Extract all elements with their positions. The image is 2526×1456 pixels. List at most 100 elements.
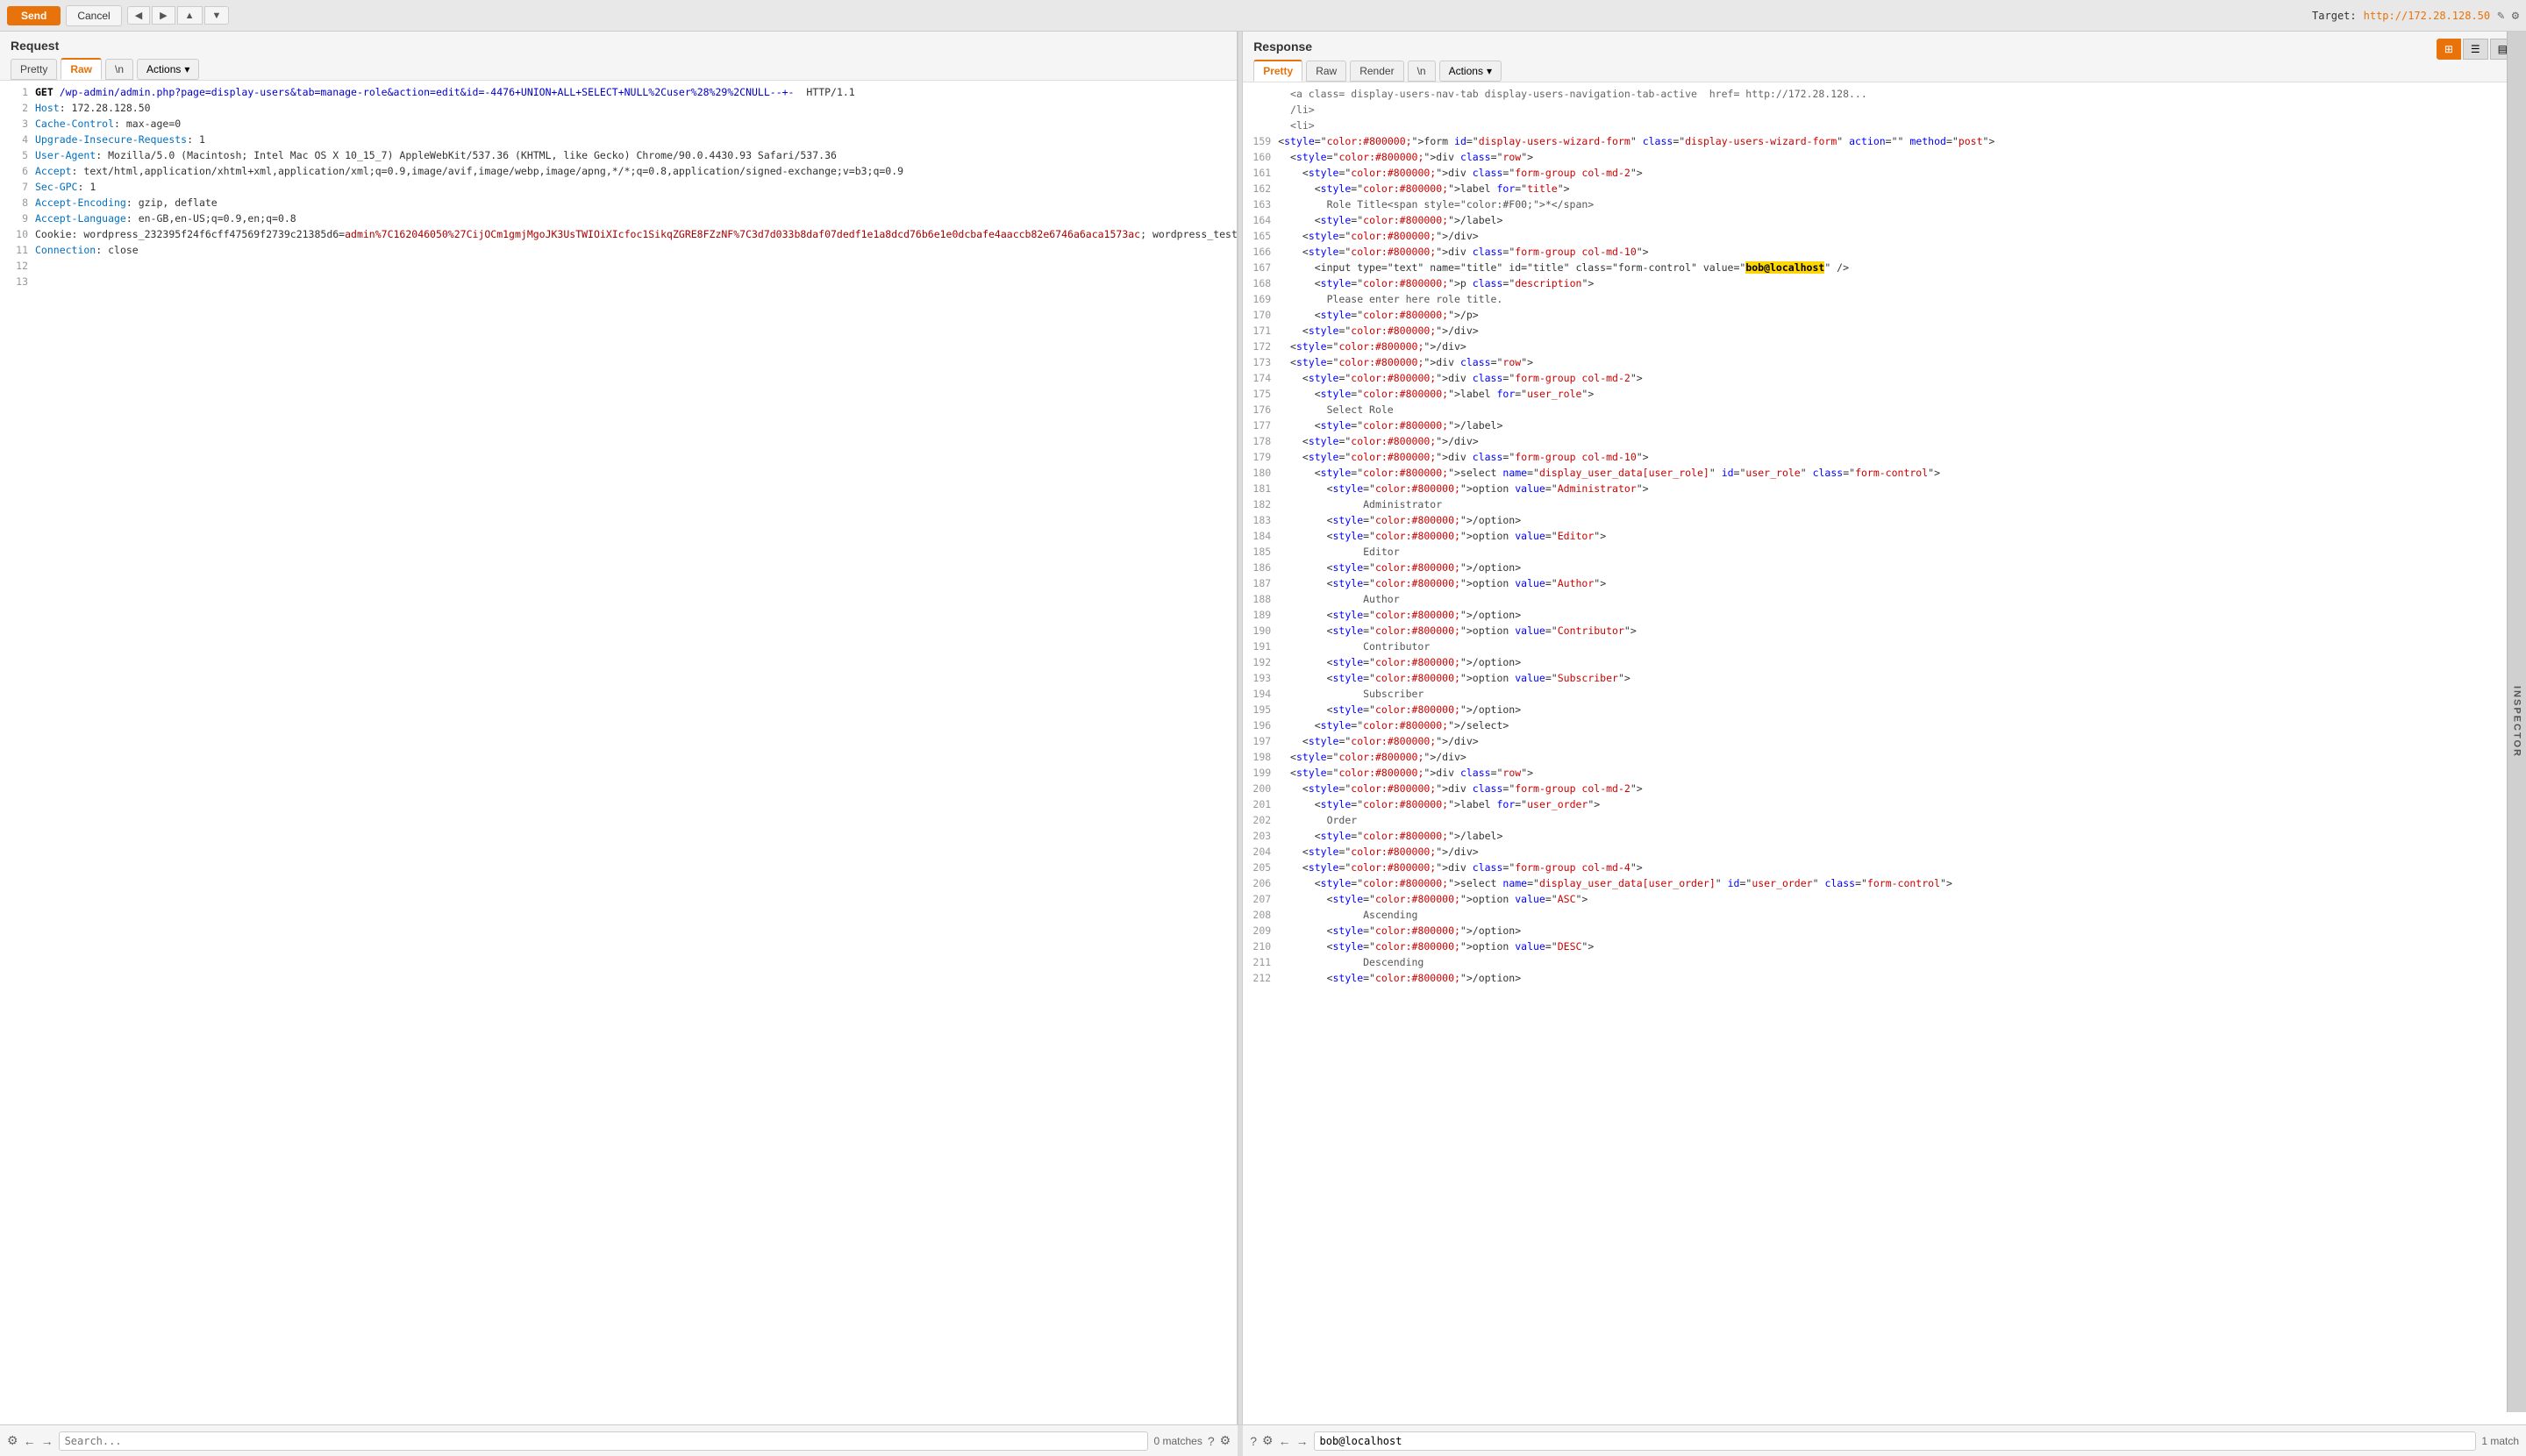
table-row: 185 Editor	[1243, 544, 2526, 560]
actions-button-response[interactable]: Actions ▾	[1439, 61, 1502, 82]
top-toolbar: Send Cancel ◀ ▶ ▲ ▼ Target: http://172.2…	[0, 0, 2526, 32]
tab-response-pretty[interactable]: Pretty	[1253, 60, 1302, 82]
request-code-area[interactable]: 1GET /wp-admin/admin.php?page=display-us…	[0, 81, 1237, 1424]
table-row: 164 <style="color:#800000;">/label>	[1243, 212, 2526, 228]
tab-response-newline[interactable]: \n	[1408, 61, 1436, 82]
table-row: 179 <style="color:#800000;">div class="f…	[1243, 449, 2526, 465]
request-search-settings-icon2[interactable]: ⚙	[1220, 1433, 1231, 1448]
edit-icon[interactable]: ✎	[2497, 9, 2504, 23]
table-row: <li>	[1243, 118, 2526, 133]
table-row: 194 Subscriber	[1243, 686, 2526, 702]
table-row: 167 <input type="text" name="title" id="…	[1243, 260, 2526, 275]
nav-arrows: ◀ ▶ ▲ ▼	[127, 6, 230, 25]
cancel-button[interactable]: Cancel	[66, 5, 121, 26]
request-search-settings-icon[interactable]: ⚙	[7, 1433, 18, 1448]
table-row: 163 Role Title<span style="color:#F00;">…	[1243, 196, 2526, 212]
table-row: 169 Please enter here role title.	[1243, 291, 2526, 307]
settings-icon[interactable]: ⚙	[2512, 9, 2519, 23]
nav-back-button[interactable]: ◀	[127, 6, 150, 25]
request-panel-header: Request Pretty Raw \n Actions ▾	[0, 32, 1237, 81]
view-toggle: ⊞ ☰ ▤	[2437, 39, 2515, 60]
nav-up-button[interactable]: ▲	[177, 6, 203, 25]
target-info: Target: http://172.28.128.50 ✎ ⚙	[2312, 9, 2519, 23]
nav-fwd-button[interactable]: ▶	[152, 6, 175, 25]
request-panel-tabs: Pretty Raw \n Actions ▾	[11, 58, 1226, 80]
table-row: 173 <style="color:#800000;">div class="r…	[1243, 354, 2526, 370]
table-row: <a class= display-users-nav-tab display-…	[1243, 86, 2526, 102]
table-row: 197 <style="color:#800000;">/div>	[1243, 733, 2526, 749]
tab-response-render[interactable]: Render	[1350, 61, 1403, 82]
table-row: 159<style="color:#800000;">form id="disp…	[1243, 133, 2526, 149]
response-search-prev-btn[interactable]: ←	[1279, 1434, 1291, 1448]
response-code-area[interactable]: <a class= display-users-nav-tab display-…	[1243, 82, 2526, 1424]
table-row: 5User-Agent: Mozilla/5.0 (Macintosh; Int…	[0, 147, 1237, 163]
tab-request-pretty[interactable]: Pretty	[11, 59, 57, 80]
table-row: /li>	[1243, 102, 2526, 118]
response-panel-header: Response ⊞ ☰ ▤ Pretty Raw Render \n Acti…	[1243, 32, 2526, 82]
request-panel-title: Request	[11, 39, 1226, 53]
response-search-help-icon[interactable]: ?	[1250, 1434, 1257, 1448]
view-btn-list[interactable]: ☰	[2463, 39, 2488, 60]
table-row: 2Host: 172.28.128.50	[0, 100, 1237, 116]
table-row: 160 <style="color:#800000;">div class="r…	[1243, 149, 2526, 165]
nav-down-button[interactable]: ▼	[204, 6, 230, 25]
request-search-help-icon[interactable]: ?	[1208, 1434, 1215, 1448]
table-row: 188 Author	[1243, 591, 2526, 607]
table-row: 161 <style="color:#800000;">div class="f…	[1243, 165, 2526, 181]
inspector-tab[interactable]: INSPECTOR	[2507, 32, 2526, 1412]
table-row: 200 <style="color:#800000;">div class="f…	[1243, 781, 2526, 796]
table-row: 171 <style="color:#800000;">/div>	[1243, 323, 2526, 339]
response-panel: Response ⊞ ☰ ▤ Pretty Raw Render \n Acti…	[1243, 32, 2526, 1424]
table-row: 182 Administrator	[1243, 496, 2526, 512]
main-content: Request Pretty Raw \n Actions ▾ 1GET /wp…	[0, 32, 2526, 1424]
table-row: 178 <style="color:#800000;">/div>	[1243, 433, 2526, 449]
request-search-input[interactable]	[59, 1431, 1149, 1451]
table-row: 190 <style="color:#800000;">option value…	[1243, 623, 2526, 639]
table-row: 206 <style="color:#800000;">select name=…	[1243, 875, 2526, 891]
table-row: 165 <style="color:#800000;">/div>	[1243, 228, 2526, 244]
table-row: 181 <style="color:#800000;">option value…	[1243, 481, 2526, 496]
table-row: 168 <style="color:#800000;">p class="des…	[1243, 275, 2526, 291]
response-panel-title: Response	[1253, 39, 1312, 54]
response-search-input[interactable]	[1314, 1431, 2477, 1451]
table-row: 184 <style="color:#800000;">option value…	[1243, 528, 2526, 544]
table-row: 11Connection: close	[0, 242, 1237, 258]
response-search-count: 1 match	[2481, 1435, 2519, 1447]
table-row: 205 <style="color:#800000;">div class="f…	[1243, 860, 2526, 875]
send-button[interactable]: Send	[7, 6, 61, 25]
table-row: 203 <style="color:#800000;">/label>	[1243, 828, 2526, 844]
actions-label-request: Actions	[146, 63, 181, 75]
table-row: 162 <style="color:#800000;">label for="t…	[1243, 181, 2526, 196]
table-row: 9Accept-Language: en-GB,en-US;q=0.9,en;q…	[0, 211, 1237, 226]
table-row: 210 <style="color:#800000;">option value…	[1243, 939, 2526, 954]
table-row: 208 Ascending	[1243, 907, 2526, 923]
table-row: 12	[0, 258, 1237, 274]
table-row: 211 Descending	[1243, 954, 2526, 970]
table-row: 196 <style="color:#800000;">/select>	[1243, 717, 2526, 733]
actions-button-request[interactable]: Actions ▾	[137, 59, 199, 80]
table-row: 10Cookie: wordpress_232395f24f6cff47569f…	[0, 226, 1237, 242]
table-row: 198 <style="color:#800000;">/div>	[1243, 749, 2526, 765]
response-search-next-btn[interactable]: →	[1296, 1434, 1309, 1448]
table-row: 13	[0, 274, 1237, 289]
response-search-settings-icon[interactable]: ⚙	[1262, 1433, 1274, 1448]
request-panel: Request Pretty Raw \n Actions ▾ 1GET /wp…	[0, 32, 1238, 1424]
view-btn-grid[interactable]: ⊞	[2437, 39, 2461, 60]
actions-chevron-request: ▾	[184, 63, 189, 75]
request-search-prev-btn[interactable]: ←	[24, 1434, 36, 1448]
response-search-bar: ? ⚙ ← → 1 match	[1243, 1424, 2526, 1456]
table-row: 170 <style="color:#800000;">/p>	[1243, 307, 2526, 323]
table-row: 201 <style="color:#800000;">label for="u…	[1243, 796, 2526, 812]
table-row: 209 <style="color:#800000;">/option>	[1243, 923, 2526, 939]
table-row: 174 <style="color:#800000;">div class="f…	[1243, 370, 2526, 386]
bottom-bars: ⚙ ← → 0 matches ? ⚙ ? ⚙ ← → 1 match	[0, 1424, 2526, 1456]
tab-request-newline[interactable]: \n	[105, 59, 133, 80]
request-search-next-btn[interactable]: →	[41, 1434, 54, 1448]
table-row: 195 <style="color:#800000;">/option>	[1243, 702, 2526, 717]
tab-response-raw[interactable]: Raw	[1306, 61, 1346, 82]
tab-request-raw[interactable]: Raw	[61, 58, 102, 80]
table-row: 7Sec-GPC: 1	[0, 179, 1237, 195]
table-row: 199 <style="color:#800000;">div class="r…	[1243, 765, 2526, 781]
table-row: 207 <style="color:#800000;">option value…	[1243, 891, 2526, 907]
table-row: 189 <style="color:#800000;">/option>	[1243, 607, 2526, 623]
